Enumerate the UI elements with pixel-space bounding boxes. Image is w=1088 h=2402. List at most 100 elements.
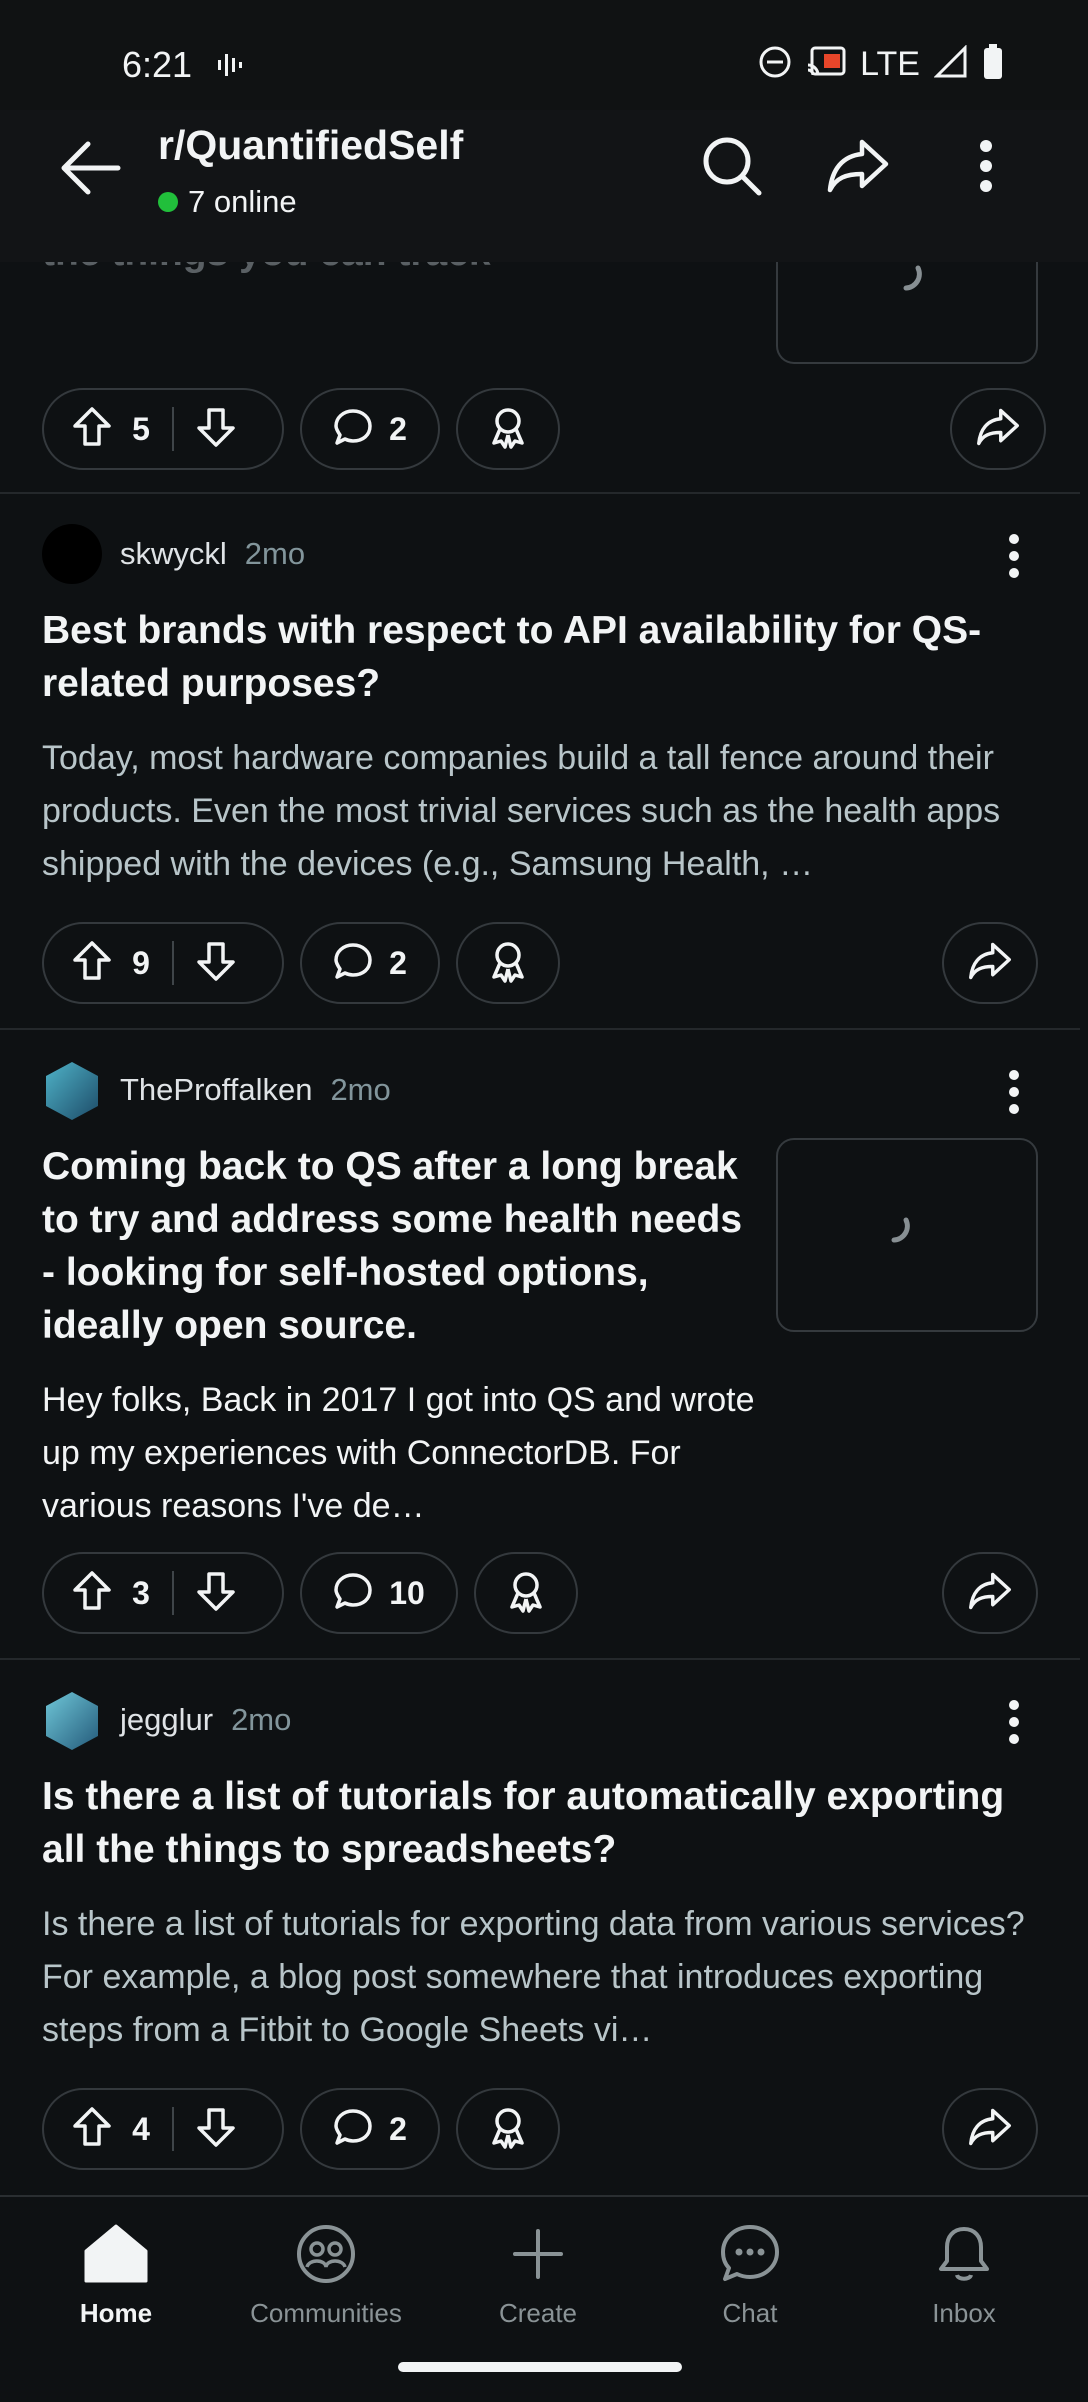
share-button[interactable]: [950, 388, 1046, 470]
award-button[interactable]: [456, 388, 560, 470]
post-header: skwyckl 2mo: [42, 524, 305, 584]
author-name[interactable]: skwyckl: [120, 536, 227, 572]
comment-icon: [333, 1571, 373, 1616]
upvote-icon[interactable]: [72, 2106, 112, 2153]
vote-control: 9: [42, 922, 284, 1004]
vote-control: 5: [42, 388, 284, 470]
post-options-icon[interactable]: [1008, 1070, 1020, 1119]
nav-communities[interactable]: Communities: [246, 2223, 406, 2329]
status-icons: LTE: [758, 43, 1004, 85]
more-options-icon[interactable]: [946, 126, 1026, 206]
bell-icon: [933, 2223, 995, 2290]
post-title[interactable]: Is there a list of tutorials for automat…: [42, 1770, 1052, 1876]
comment-icon: [333, 941, 373, 986]
network-type: LTE: [860, 44, 920, 83]
nav-inbox[interactable]: Inbox: [884, 2223, 1044, 2329]
award-icon: [486, 939, 530, 988]
post-age: 2mo: [231, 1702, 292, 1737]
award-button[interactable]: [474, 1552, 578, 1634]
share-icon: [968, 2107, 1012, 2152]
nav-home-label: Home: [79, 2298, 153, 2328]
author-name[interactable]: TheProffalken: [120, 1072, 312, 1108]
home-icon: [83, 2223, 149, 2290]
comment-count: 2: [389, 410, 407, 447]
post-thumbnail[interactable]: [776, 1138, 1038, 1332]
share-button[interactable]: [942, 1552, 1038, 1634]
avatar[interactable]: [42, 1060, 102, 1120]
comment-count: 2: [389, 944, 407, 981]
award-button[interactable]: [456, 2088, 560, 2170]
share-icon: [968, 1571, 1012, 1616]
chat-icon: [719, 2223, 781, 2290]
upvote-icon[interactable]: [72, 940, 112, 987]
post-card[interactable]: jegglur 2mo Is there a list of tutorials…: [0, 1658, 1080, 2200]
post-body[interactable]: Today, most hardware companies build a t…: [42, 732, 1042, 891]
share-button[interactable]: [942, 922, 1038, 1004]
comment-icon: [333, 407, 373, 452]
back-arrow-icon[interactable]: [58, 138, 134, 198]
divider: [172, 407, 174, 451]
comment-icon: [333, 2107, 373, 2152]
upvote-icon[interactable]: [72, 406, 112, 453]
share-icon: [968, 941, 1012, 986]
comments-button[interactable]: 2: [300, 922, 440, 1004]
upvote-count: 3: [132, 1574, 150, 1611]
downvote-icon[interactable]: [196, 1570, 236, 1617]
post-age: 2mo: [330, 1072, 391, 1107]
upvote-count: 5: [132, 410, 150, 447]
comment-count: 10: [389, 1574, 425, 1611]
post-header: jegglur 2mo: [42, 1690, 291, 1750]
post-card[interactable]: TheProffalken 2mo Coming back to QS afte…: [0, 1028, 1080, 1658]
post-thumbnail[interactable]: [776, 262, 1038, 364]
signal-icon: [933, 43, 968, 84]
share-icon[interactable]: [818, 126, 898, 206]
share-button[interactable]: [942, 2088, 1038, 2170]
award-button[interactable]: [456, 922, 560, 1004]
post-body[interactable]: Is there a list of tutorials for exporti…: [42, 1898, 1042, 2057]
upvote-count: 4: [132, 2110, 150, 2147]
plus-icon: [507, 2223, 569, 2290]
award-icon: [504, 1569, 548, 1618]
downvote-icon[interactable]: [196, 940, 236, 987]
nav-create-label: Create: [498, 2298, 578, 2328]
divider: [172, 1571, 174, 1615]
battery-icon: [982, 43, 1004, 85]
divider: [172, 2107, 174, 2151]
upvote-count: 9: [132, 944, 150, 981]
comments-button[interactable]: 2: [300, 388, 440, 470]
upvote-icon[interactable]: [72, 1570, 112, 1617]
downvote-icon[interactable]: [196, 406, 236, 453]
comments-button[interactable]: 10: [300, 1552, 458, 1634]
online-count: 7 online: [188, 184, 297, 219]
award-icon: [486, 405, 530, 454]
avatar[interactable]: [42, 524, 102, 584]
post-header: TheProffalken 2mo: [42, 1060, 391, 1120]
post-body[interactable]: Hey folks, Back in 2017 I got into QS an…: [42, 1374, 762, 1533]
nav-inbox-label: Inbox: [932, 2298, 996, 2328]
downvote-icon[interactable]: [196, 2106, 236, 2153]
nav-home[interactable]: Home: [36, 2223, 196, 2329]
vote-control: 4: [42, 2088, 284, 2170]
nav-communities-label: Communities: [250, 2298, 402, 2328]
post-title[interactable]: Best brands with respect to API availabi…: [42, 604, 1042, 710]
nav-chat[interactable]: Chat: [670, 2223, 830, 2329]
cast-icon: [806, 45, 846, 84]
post-age: 2mo: [244, 536, 306, 571]
post-title[interactable]: Coming back to QS after a long break to …: [42, 1140, 762, 1352]
post-options-icon[interactable]: [1008, 1700, 1020, 1749]
do-not-disturb-icon: [758, 45, 792, 84]
vote-control: 3: [42, 1552, 284, 1634]
comment-count: 2: [389, 2110, 407, 2147]
author-name[interactable]: jegglur: [120, 1702, 213, 1738]
online-dot: [158, 192, 178, 212]
avatar[interactable]: [42, 1690, 102, 1750]
communities-icon: [295, 2223, 357, 2290]
home-indicator[interactable]: [398, 2362, 682, 2372]
post-card[interactable]: skwyckl 2mo Best brands with respect to …: [0, 492, 1080, 1028]
post-options-icon[interactable]: [1008, 534, 1020, 583]
search-icon[interactable]: [692, 126, 772, 206]
nav-create[interactable]: Create: [458, 2223, 618, 2329]
vibrate-icon: [216, 50, 246, 85]
comments-button[interactable]: 2: [300, 2088, 440, 2170]
subreddit-title[interactable]: r/QuantifiedSelf: [158, 122, 463, 169]
